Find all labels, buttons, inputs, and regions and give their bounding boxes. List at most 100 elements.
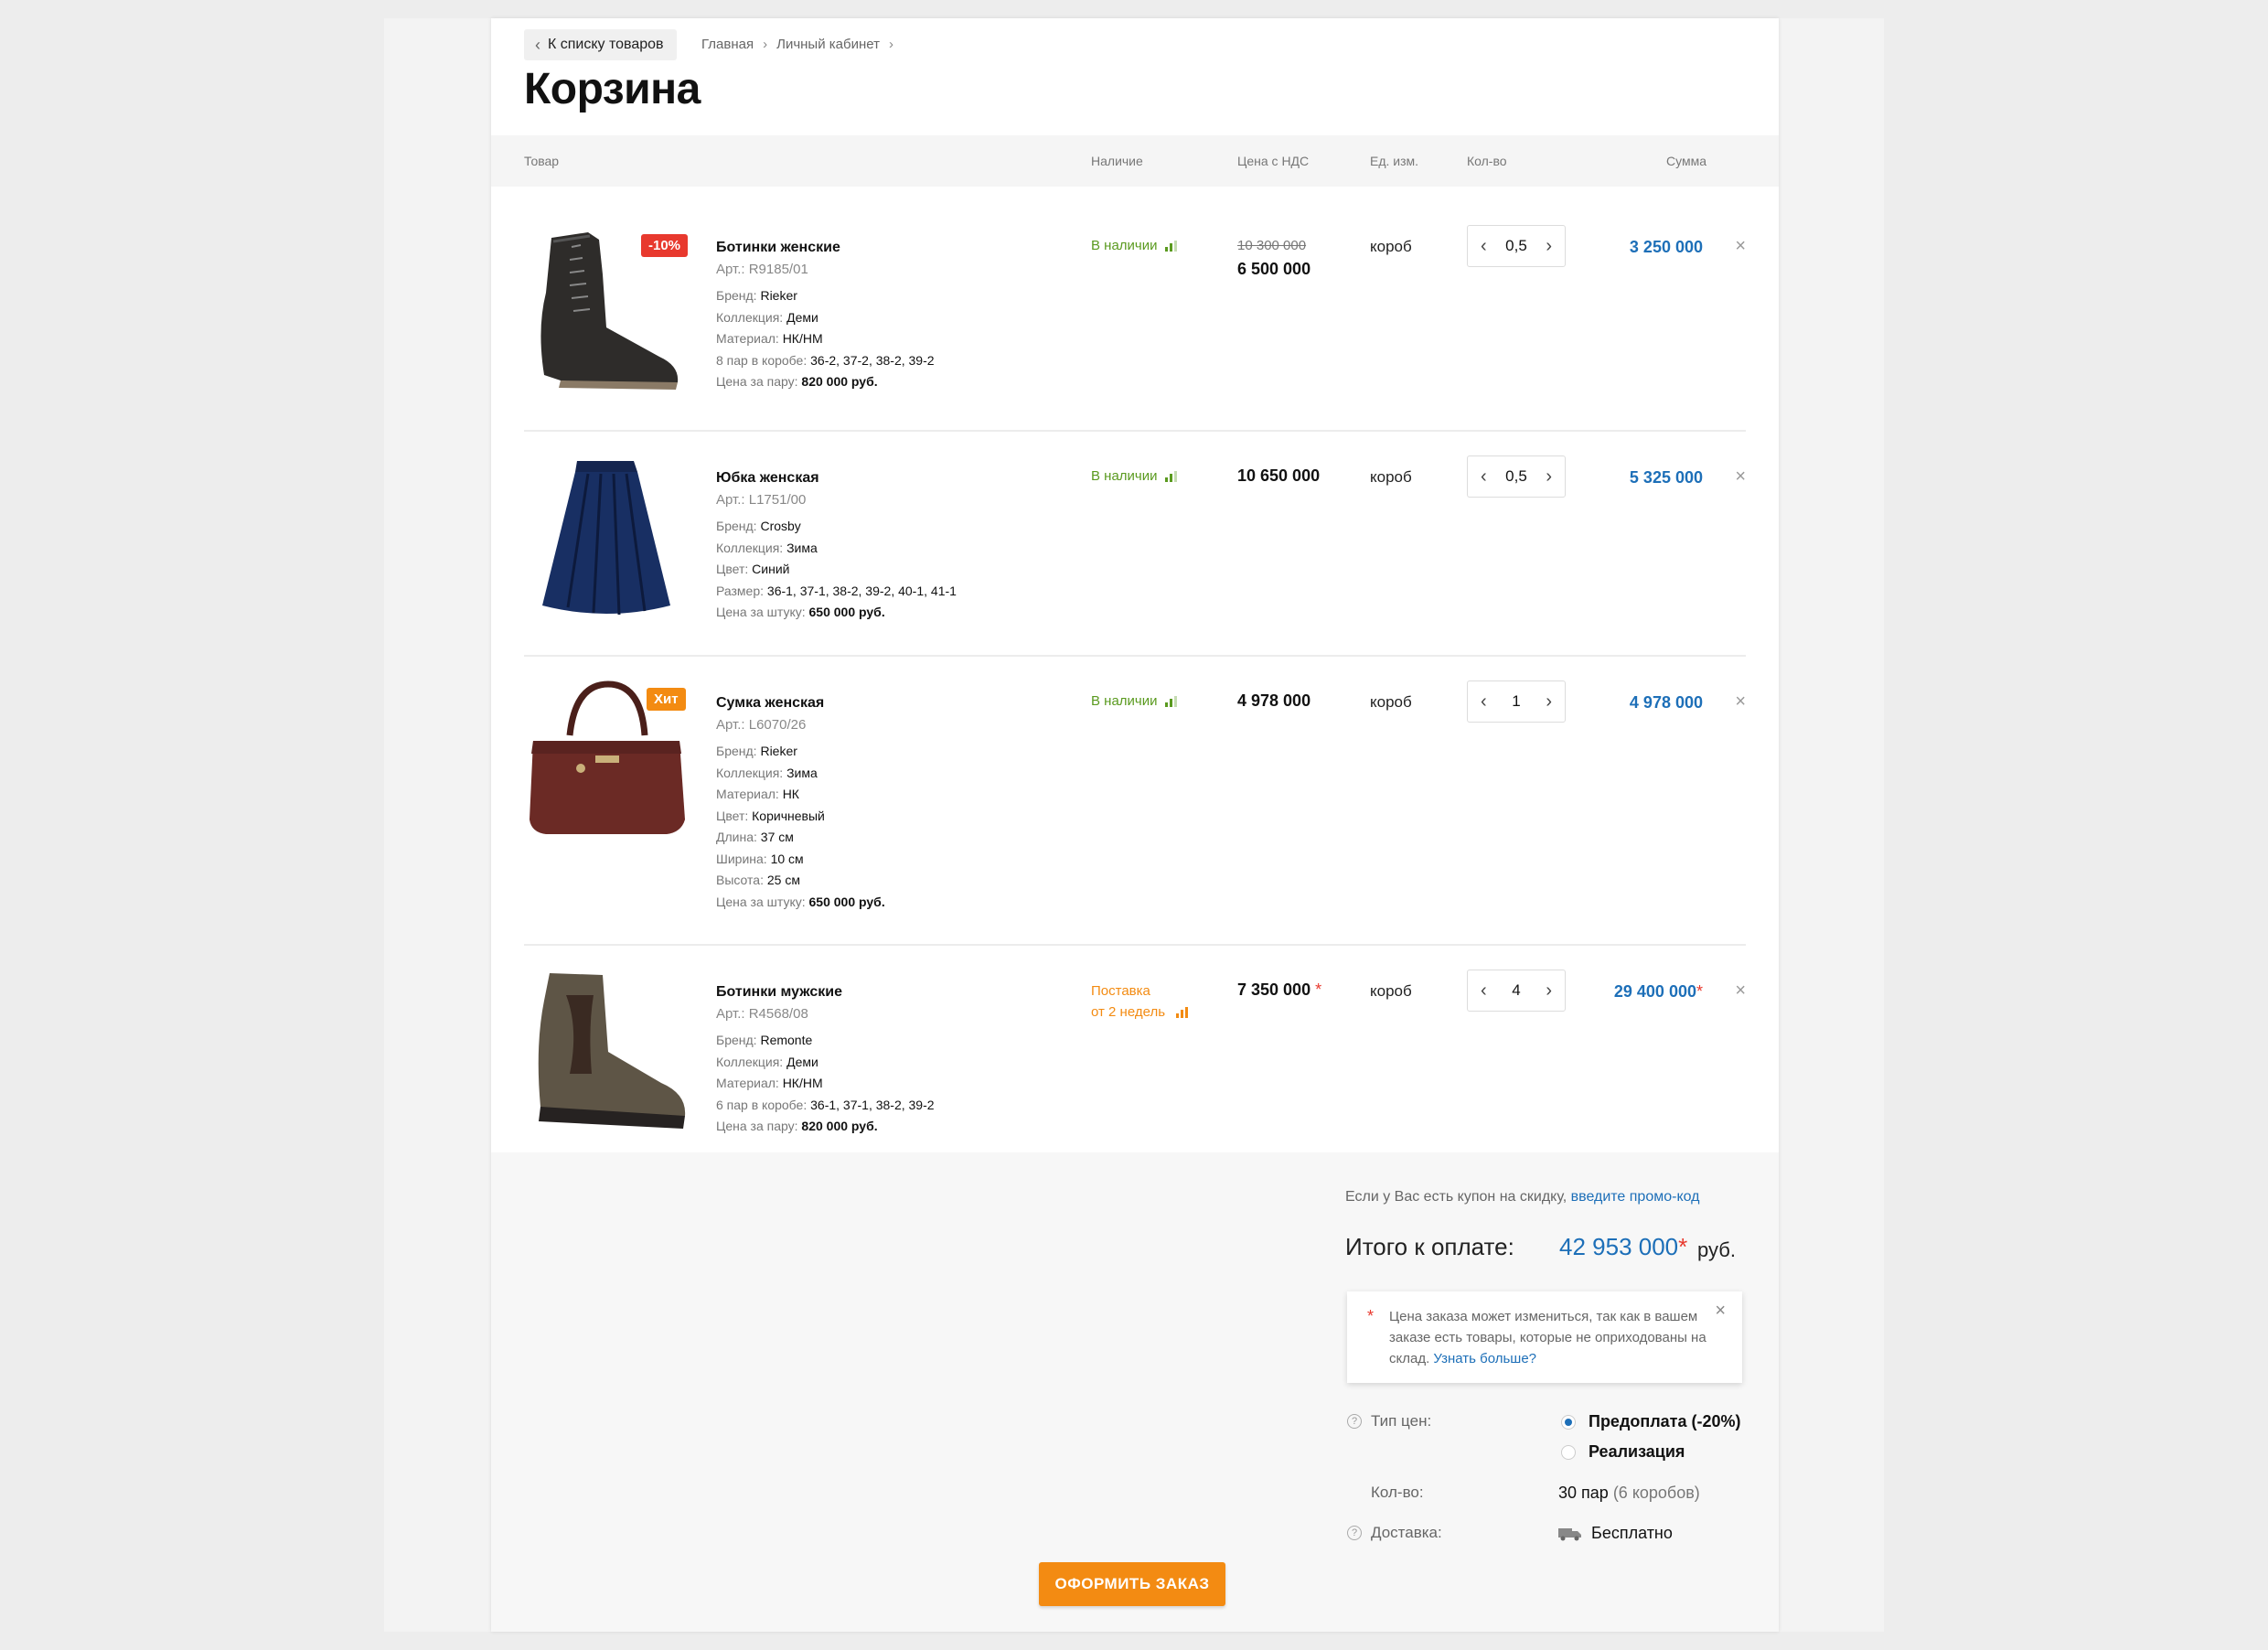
price-type-label: ? Тип цен: — [1347, 1412, 1431, 1430]
help-icon[interactable]: ? — [1347, 1526, 1362, 1540]
hit-badge: Хит — [647, 688, 686, 711]
row-sum: 3 250 000 — [1629, 238, 1703, 256]
total-currency: руб. — [1697, 1238, 1736, 1261]
chevron-right-icon: › — [763, 37, 768, 52]
header-product: Товар — [524, 154, 560, 168]
unit: короб — [1370, 982, 1412, 1000]
row-sum: 29 400 000* — [1613, 982, 1703, 1001]
product-attributes: Бренд: Rieker Коллекция: Зима Материал: … — [716, 744, 885, 909]
unit: короб — [1370, 238, 1412, 255]
breadcrumb: Главная › Личный кабинет › — [701, 37, 893, 52]
product-sku: Арт.: R9185/01 — [716, 262, 808, 277]
row-sum: 5 325 000 — [1629, 468, 1703, 487]
table-row: -10% Ботинки женские Арт.: R9185/01 Брен… — [524, 201, 1746, 432]
decrease-icon[interactable]: ‹ — [1481, 691, 1487, 712]
learn-more-link[interactable]: Узнать больше? — [1433, 1351, 1536, 1366]
table-row: Хит Сумка женская Арт.: L6070/26 Бренд: … — [524, 657, 1746, 946]
availability-status: В наличии — [1091, 693, 1177, 709]
increase-icon[interactable]: › — [1546, 691, 1552, 712]
quantity-stepper[interactable]: ‹ 0,5 › — [1467, 455, 1566, 498]
product-sku: Арт.: L1751/00 — [716, 492, 807, 508]
price: 6 500 000 — [1237, 260, 1311, 278]
remove-item-icon[interactable]: × — [1735, 466, 1746, 488]
stock-level-icon — [1164, 240, 1177, 252]
remove-item-icon[interactable]: × — [1735, 691, 1746, 712]
quantity-value[interactable]: 4 — [1512, 981, 1520, 1000]
price: 10 650 000 — [1237, 466, 1321, 485]
product-attributes: Бренд: Crosby Коллекция: Зима Цвет: Сини… — [716, 519, 957, 619]
table-row: Ботинки мужские Арт.: R4568/08 Бренд: Re… — [524, 946, 1746, 1152]
header-availability: Наличие — [1091, 154, 1143, 168]
old-price: 10 300 000 — [1237, 238, 1307, 253]
quantity-label: Кол-во: — [1371, 1484, 1424, 1501]
quantity-value[interactable]: 0,5 — [1505, 467, 1527, 486]
help-icon[interactable]: ? — [1347, 1414, 1362, 1429]
product-sku: Арт.: L6070/26 — [716, 717, 807, 733]
checkout-button[interactable]: ОФОРМИТЬ ЗАКАЗ — [1039, 1562, 1225, 1606]
row-sum: 4 978 000 — [1629, 693, 1703, 712]
asterisk-mark: * — [1696, 982, 1703, 1001]
price-change-notice: * × Цена заказа может измениться, так ка… — [1347, 1291, 1742, 1383]
chevron-left-icon: ‹ — [535, 35, 540, 54]
back-to-catalog-button[interactable]: ‹ К списку товаров — [524, 29, 677, 60]
radio-selected-icon[interactable] — [1561, 1414, 1576, 1430]
decrease-icon[interactable]: ‹ — [1481, 466, 1487, 488]
price: 4 978 000 — [1237, 691, 1311, 710]
product-attributes: Бренд: Rieker Коллекция: Деми Материал: … — [716, 288, 935, 389]
mens-boot-image — [538, 973, 686, 1129]
delivery-value: Бесплатно — [1558, 1524, 1673, 1543]
price: 7 350 000 * — [1237, 980, 1322, 999]
cart-page: ‹ К списку товаров Главная › Личный каби… — [491, 18, 1779, 1632]
breadcrumb-account[interactable]: Личный кабинет — [776, 37, 880, 52]
increase-icon[interactable]: › — [1546, 236, 1552, 257]
stock-level-icon — [1176, 1006, 1189, 1018]
discount-badge: -10% — [641, 234, 689, 257]
asterisk-mark: * — [1678, 1233, 1688, 1260]
quantity-value[interactable]: 0,5 — [1505, 237, 1527, 255]
price-type-option-prepay[interactable]: Предоплата (-20%) — [1561, 1412, 1741, 1431]
price-type-option-consignment[interactable]: Реализация — [1561, 1442, 1685, 1462]
header-qty: Кол-во — [1467, 154, 1507, 168]
asterisk-mark: * — [1367, 1307, 1375, 1325]
increase-icon[interactable]: › — [1546, 466, 1552, 488]
product-name[interactable]: Ботинки мужские — [716, 984, 842, 1001]
page-title: Корзина — [524, 65, 701, 113]
breadcrumb-home[interactable]: Главная — [701, 37, 754, 52]
availability-status: Поставка от 2 недель — [1091, 980, 1189, 1023]
remove-item-icon[interactable]: × — [1735, 236, 1746, 257]
increase-icon[interactable]: › — [1546, 980, 1552, 1002]
unit: короб — [1370, 468, 1412, 486]
womens-skirt-image — [542, 461, 670, 616]
promo-code-link[interactable]: введите промо-код — [1571, 1189, 1700, 1205]
delivery-label: ? Доставка: — [1347, 1524, 1442, 1542]
decrease-icon[interactable]: ‹ — [1481, 980, 1487, 1002]
quantity-stepper[interactable]: ‹ 1 › — [1467, 680, 1566, 723]
quantity-stepper[interactable]: ‹ 0,5 › — [1467, 225, 1566, 267]
total-value: 42 953 000* — [1559, 1233, 1688, 1260]
availability-status: В наличии — [1091, 238, 1177, 253]
back-to-catalog-label: К списку товаров — [548, 37, 664, 52]
product-name[interactable]: Ботинки женские — [716, 240, 840, 256]
close-icon[interactable]: × — [1715, 1301, 1726, 1322]
promo-code-hint: Если у Вас есть купон на скидку, введите… — [1345, 1189, 1700, 1205]
unit: короб — [1370, 693, 1412, 711]
product-attributes: Бренд: Remonte Коллекция: Деми Материал:… — [716, 1033, 935, 1133]
remove-item-icon[interactable]: × — [1735, 980, 1746, 1002]
header-price: Цена с НДС — [1237, 154, 1310, 168]
header-unit: Ед. изм. — [1370, 154, 1419, 168]
table-row: Юбка женская Арт.: L1751/00 Бренд: Crosb… — [524, 432, 1746, 657]
product-name[interactable]: Сумка женская — [716, 695, 824, 712]
product-sku: Арт.: R4568/08 — [716, 1006, 808, 1022]
quantity-stepper[interactable]: ‹ 4 › — [1467, 970, 1566, 1012]
decrease-icon[interactable]: ‹ — [1481, 236, 1487, 257]
stock-level-icon — [1164, 695, 1177, 707]
radio-icon[interactable] — [1561, 1444, 1576, 1460]
chevron-right-icon: › — [888, 37, 893, 52]
quantity-value[interactable]: 1 — [1512, 692, 1520, 711]
availability-status: В наличии — [1091, 468, 1177, 484]
asterisk-mark: * — [1315, 980, 1322, 999]
total-label: Итого к оплате: — [1345, 1233, 1514, 1260]
quantity-total: 30 пар (6 коробов) — [1558, 1484, 1700, 1502]
stock-level-icon — [1164, 470, 1177, 482]
product-name[interactable]: Юбка женская — [716, 470, 819, 487]
